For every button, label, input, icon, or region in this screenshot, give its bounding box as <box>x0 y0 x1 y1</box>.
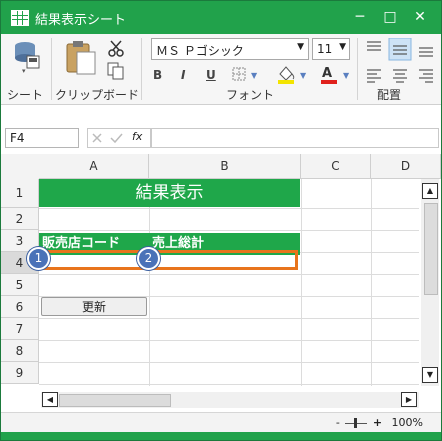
zoom-control: - + 100% <box>336 416 423 429</box>
scroll-up-icon[interactable]: ▲ <box>422 183 438 199</box>
column-header-d[interactable]: D <box>371 154 441 179</box>
horizontal-scrollbar[interactable]: ◀ ▶ <box>41 392 419 408</box>
font-name-value: ＭＳ Ｐゴシック <box>156 44 244 58</box>
gridline <box>301 179 302 386</box>
selected-range-highlight <box>39 250 298 270</box>
group-label-sheet: シート <box>7 88 44 102</box>
name-box-value: F4 <box>10 131 25 145</box>
vertical-scrollbar[interactable]: ▲ ▼ <box>421 179 439 386</box>
font-size-select[interactable]: 11 ▼ <box>312 38 350 60</box>
row-header-8[interactable]: 8 <box>1 340 39 362</box>
spreadsheet-grid: A B C D 1 2 3 4 5 6 7 8 9 結果表示 販売店コード 売上… <box>1 154 441 412</box>
zoom-level: 100% <box>391 416 423 429</box>
font-color-icon[interactable]: A ▼ <box>319 64 353 84</box>
scroll-down-icon[interactable]: ▼ <box>422 367 438 383</box>
bottom-accent-bar <box>1 432 441 440</box>
row-header-2[interactable]: 2 <box>1 208 39 230</box>
font-name-select[interactable]: ＭＳ Ｐゴシック ▼ <box>151 38 309 60</box>
ribbon: ▾ シート クリップボード ＭＳ Ｐゴシック ▼ 11 ▼ B I U ▼ ▼ … <box>1 34 441 105</box>
ribbon-separator <box>141 38 142 100</box>
gridline <box>149 179 150 386</box>
formula-buttons: fx <box>87 128 151 148</box>
zoom-slider[interactable] <box>345 417 368 428</box>
column-header-c[interactable]: C <box>301 154 371 179</box>
svg-text:▼: ▼ <box>343 71 350 80</box>
title-cell[interactable]: 結果表示 <box>39 179 300 207</box>
row-header-5[interactable]: 5 <box>1 274 39 296</box>
copy-icon[interactable] <box>107 62 125 80</box>
close-button[interactable]: ✕ <box>405 5 435 29</box>
column-header-a[interactable]: A <box>39 154 149 179</box>
chevron-down-icon: ▼ <box>297 42 304 52</box>
alignment-icons <box>367 38 433 83</box>
row-header-1[interactable]: 1 <box>1 179 39 208</box>
cut-icon[interactable] <box>107 40 125 58</box>
column-header-b[interactable]: B <box>149 154 301 179</box>
svg-text:▼: ▼ <box>300 71 307 80</box>
row-header-7[interactable]: 7 <box>1 318 39 340</box>
minimize-button[interactable]: ─ <box>345 5 375 29</box>
name-box[interactable]: F4 <box>5 128 79 148</box>
group-label-align: 配置 <box>377 88 402 102</box>
gridline <box>371 179 372 386</box>
gridline <box>39 318 419 319</box>
row-header-9[interactable]: 9 <box>1 362 39 384</box>
bold-button[interactable]: B <box>153 68 162 82</box>
gridline <box>39 230 419 231</box>
underline-button[interactable]: U <box>206 68 216 82</box>
zoom-in-button[interactable]: + <box>373 416 382 429</box>
marker-badge-2: 2 <box>137 247 160 270</box>
gridline <box>39 274 419 275</box>
formula-bar: F4 fx <box>1 122 441 154</box>
svg-text:▾: ▾ <box>22 67 26 75</box>
scroll-right-icon[interactable]: ▶ <box>401 392 417 407</box>
app-window: 結果表示シート ─ □ ✕ ▾ シート クリップボード ＭＳ Ｐゴシック ▼ 1… <box>0 0 442 441</box>
formula-input[interactable] <box>151 128 439 148</box>
sheet-icon[interactable]: ▾ <box>13 40 41 76</box>
svg-text:▼: ▼ <box>251 71 258 80</box>
update-button[interactable]: 更新 <box>41 297 147 316</box>
title-bar: 結果表示シート ─ □ ✕ <box>1 1 441 34</box>
paste-icon[interactable] <box>65 40 99 78</box>
zoom-out-button[interactable]: - <box>336 416 340 429</box>
italic-button[interactable]: I <box>181 68 185 82</box>
group-label-clipboard: クリップボード <box>55 88 140 102</box>
scroll-left-icon[interactable]: ◀ <box>42 392 58 407</box>
row-header-6[interactable]: 6 <box>1 296 39 318</box>
zoom-slider-thumb[interactable] <box>354 417 358 428</box>
marker-badge-1: 1 <box>27 247 50 270</box>
window-title: 結果表示シート <box>35 13 127 28</box>
ribbon-separator <box>51 38 52 100</box>
cancel-icon[interactable] <box>91 132 105 144</box>
border-icon[interactable]: ▼ <box>231 66 263 82</box>
gridline <box>39 384 419 385</box>
gridline <box>39 340 419 341</box>
gridline <box>39 362 419 363</box>
function-icon[interactable]: fx <box>132 130 142 143</box>
maximize-button[interactable]: □ <box>375 5 405 29</box>
font-size-value: 11 <box>317 42 333 56</box>
fill-color-icon[interactable]: ▼ <box>276 64 310 84</box>
gridline <box>39 208 419 209</box>
status-bar: - + 100% <box>1 412 441 433</box>
group-label-font: フォント <box>226 88 275 102</box>
ribbon-separator <box>357 38 358 100</box>
vertical-scroll-thumb[interactable] <box>424 203 438 295</box>
spreadsheet-app-icon <box>11 10 29 26</box>
chevron-down-icon: ▼ <box>339 42 346 52</box>
svg-text:A: A <box>322 66 332 81</box>
select-all-corner[interactable] <box>1 154 40 180</box>
check-icon[interactable] <box>110 132 124 144</box>
horizontal-scroll-thumb[interactable] <box>59 394 171 407</box>
